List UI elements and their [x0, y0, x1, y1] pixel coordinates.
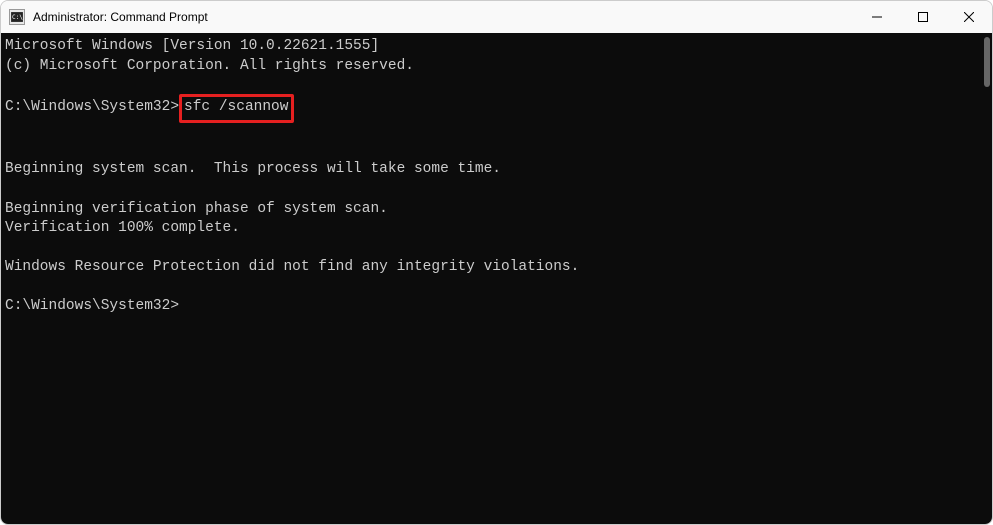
close-button[interactable] [946, 1, 992, 33]
scrollbar-thumb[interactable] [984, 37, 990, 87]
prompt-path: C:\Windows\System32> [5, 98, 179, 118]
minimize-button[interactable] [854, 1, 900, 33]
output-line: Windows Resource Protection did not find… [5, 259, 579, 275]
command-highlight: sfc /scannow [179, 94, 294, 124]
titlebar[interactable]: C:\ Administrator: Command Prompt [1, 1, 992, 33]
output-line: Beginning system scan. This process will… [5, 161, 501, 177]
terminal-area[interactable]: Microsoft Windows [Version 10.0.22621.15… [1, 33, 992, 524]
output-line: Verification 100% complete. [5, 220, 240, 236]
cmd-icon: C:\ [9, 9, 25, 25]
window-title: Administrator: Command Prompt [33, 10, 854, 24]
command-text: sfc /scannow [184, 99, 288, 115]
output-line: Beginning verification phase of system s… [5, 201, 388, 217]
maximize-button[interactable] [900, 1, 946, 33]
output-line: Microsoft Windows [Version 10.0.22621.15… [5, 38, 379, 54]
prompt-path: C:\Windows\System32> [5, 298, 179, 314]
svg-text:C:\: C:\ [12, 14, 23, 21]
command-prompt-window: C:\ Administrator: Command Prompt Micros… [0, 0, 993, 525]
terminal-output: Microsoft Windows [Version 10.0.22621.15… [5, 37, 992, 317]
output-line: (c) Microsoft Corporation. All rights re… [5, 58, 414, 74]
window-controls [854, 1, 992, 33]
